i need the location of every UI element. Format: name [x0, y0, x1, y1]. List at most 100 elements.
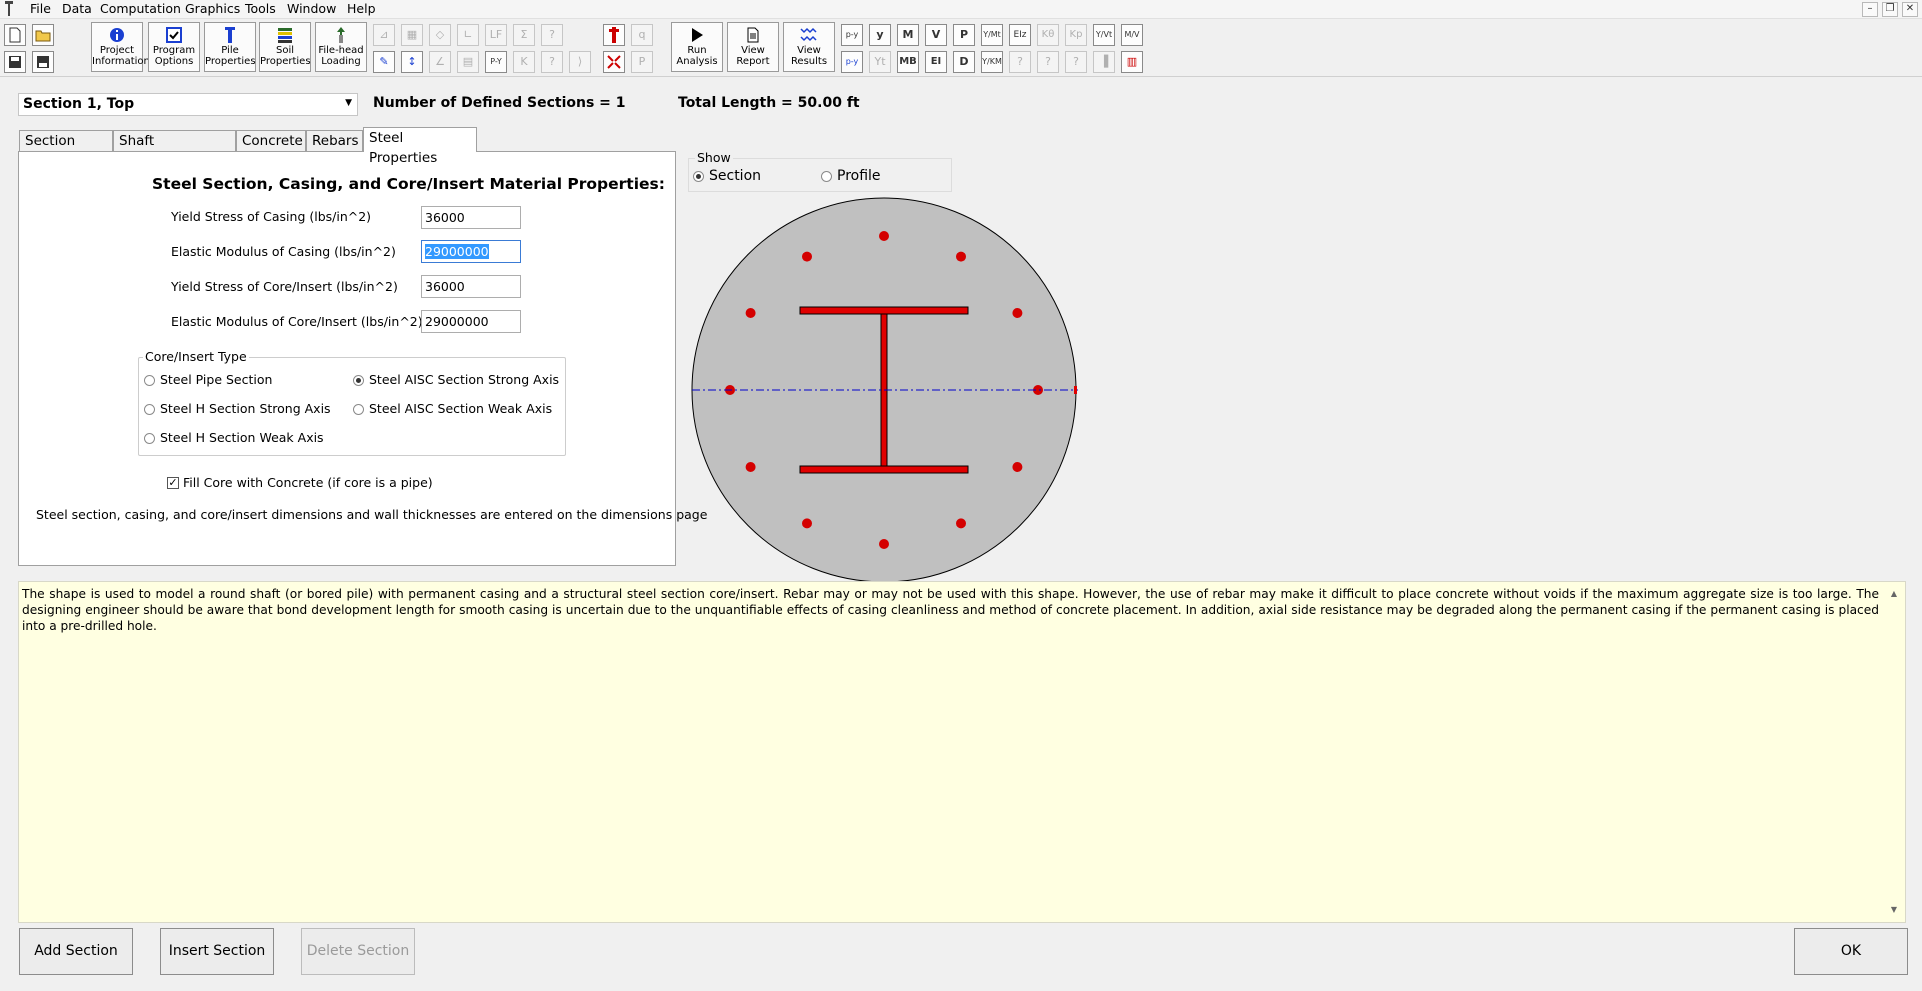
run-analysis-button[interactable]: Run Analysis [671, 22, 723, 72]
graph2-8-button[interactable]: ? [1037, 51, 1059, 73]
view-results-button[interactable]: View Results [783, 22, 835, 72]
graph2-d-button[interactable]: D [953, 51, 975, 73]
graph2-9-button[interactable]: ? [1065, 51, 1087, 73]
graph-p-y-button[interactable]: p-y [841, 24, 863, 46]
close-button[interactable]: ✕ [1902, 2, 1918, 17]
core-modulus-input[interactable]: 29000000 [421, 310, 521, 333]
graph-p-button[interactable]: P [953, 24, 975, 46]
aisc-strong-label[interactable]: Steel AISC Section Strong Axis [369, 372, 559, 387]
save-button[interactable] [4, 51, 26, 73]
project-information-button[interactable]: Project Information [91, 22, 150, 72]
h-weak-label[interactable]: Steel H Section Weak Axis [160, 430, 324, 445]
run-analysis-label1: Run [687, 45, 707, 56]
rebar-6 [956, 518, 966, 529]
core-yield-input[interactable]: 36000 [421, 275, 521, 298]
graph-kp-button[interactable]: Kp [1065, 24, 1087, 46]
program-options-button[interactable]: Program Options [148, 22, 200, 72]
pile-properties-button[interactable]: Pile Properties [204, 22, 256, 72]
aisc-weak-radio[interactable] [353, 404, 364, 415]
graph2-mb-button[interactable]: MB [897, 51, 919, 73]
tool-2-5-button[interactable]: P-Y [485, 51, 507, 73]
graph-eiz-button[interactable]: EIz [1009, 24, 1031, 46]
new-file-button[interactable] [4, 24, 26, 46]
tool-2-2-button[interactable]: ↕ [401, 51, 423, 73]
graph2-ei-button[interactable]: EI [925, 51, 947, 73]
soil-properties-button[interactable]: Soil Properties [259, 22, 311, 72]
tool-2-4-button[interactable]: ▤ [457, 51, 479, 73]
graph-y-mt-button[interactable]: Y/Mt [981, 24, 1003, 46]
tool-2-6-button[interactable]: K [513, 51, 535, 73]
delete-section-button[interactable]: Delete Section [301, 928, 415, 975]
open-folder-icon [35, 30, 51, 42]
tool-2-8-button[interactable]: ⟩ [569, 51, 591, 73]
tool-q-button[interactable]: q [631, 24, 653, 46]
scroll-down-icon[interactable]: ▼ [1891, 902, 1897, 918]
graph2-7-button[interactable]: ? [1009, 51, 1031, 73]
menu-help[interactable]: Help [347, 1, 376, 16]
steel-pipe-label[interactable]: Steel Pipe Section [160, 372, 272, 387]
tool-1-7-button[interactable]: ? [541, 24, 563, 46]
graph2-y-km-button[interactable]: Y/KM [981, 51, 1003, 73]
aisc-weak-label[interactable]: Steel AISC Section Weak Axis [369, 401, 552, 416]
menu-tools[interactable]: Tools [245, 1, 276, 16]
section-dropdown[interactable]: Section 1, Top ▼ [18, 93, 358, 116]
tab-shaft-dimensions[interactable]: Shaft Dimensions [113, 130, 236, 169]
scroll-up-icon[interactable]: ▲ [1891, 586, 1897, 602]
show-section-radio[interactable] [693, 171, 704, 182]
menu-file[interactable]: File [30, 1, 51, 16]
fill-core-label[interactable]: Fill Core with Concrete (if core is a pi… [183, 475, 433, 490]
tool-2-3-button[interactable]: ∠ [429, 51, 451, 73]
arrows-button[interactable] [603, 51, 625, 73]
show-section-label[interactable]: Section [709, 168, 761, 184]
h-weak-radio[interactable] [144, 433, 155, 444]
show-profile-label[interactable]: Profile [837, 168, 881, 184]
fill-core-checkbox[interactable]: ✓ [167, 477, 179, 489]
menu-graphics[interactable]: Graphics [185, 1, 240, 16]
graph-ktheta-button[interactable]: Kθ [1037, 24, 1059, 46]
graph-m-button[interactable]: M [897, 24, 919, 46]
tool-1-3-button[interactable]: ◇ [429, 24, 451, 46]
show-profile-radio[interactable] [821, 171, 832, 182]
tool-1-4-button[interactable]: ∟ [457, 24, 479, 46]
open-file-button[interactable] [32, 24, 54, 46]
menu-data[interactable]: Data [62, 1, 92, 16]
tool-2-7-button[interactable]: ? [541, 51, 563, 73]
menu-computation[interactable]: Computation [100, 1, 181, 16]
save-as-button[interactable] [32, 51, 54, 73]
graph2-p-y-button[interactable]: p-y [841, 51, 863, 73]
tool-1-6-button[interactable]: Σ [513, 24, 535, 46]
tab-rebars[interactable]: Rebars [306, 130, 363, 151]
insert-section-button[interactable]: Insert Section [160, 928, 274, 975]
tool-p-button[interactable]: P [631, 51, 653, 73]
graph-y-button[interactable]: y [869, 24, 891, 46]
graph2-11-button[interactable]: ▥ [1121, 51, 1143, 73]
menu-window[interactable]: Window [287, 1, 336, 16]
pile-red-button[interactable] [603, 24, 625, 46]
minimize-button[interactable]: – [1862, 2, 1878, 17]
casing-yield-input[interactable]: 36000 [421, 206, 521, 229]
restore-button[interactable]: ❐ [1882, 2, 1898, 17]
tab-section-type[interactable]: Section Type [19, 130, 113, 169]
tool-2-1-button[interactable]: ✎ [373, 51, 395, 73]
file-head-loading-button[interactable]: File-head Loading [315, 22, 367, 72]
tab-steel-properties[interactable]: Steel Properties [363, 127, 477, 166]
h-strong-label[interactable]: Steel H Section Strong Axis [160, 401, 331, 416]
tool-1-2-button[interactable]: ▦ [401, 24, 423, 46]
graph-v-button[interactable]: V [925, 24, 947, 46]
casing-modulus-input[interactable]: 29000000 [421, 240, 521, 263]
tab-concrete[interactable]: Concrete [236, 130, 306, 151]
pile-properties-label1: Pile [221, 45, 239, 56]
save-as-icon [37, 56, 49, 68]
graph2-yt-button[interactable]: Yt [869, 51, 891, 73]
h-strong-radio[interactable] [144, 404, 155, 415]
aisc-strong-radio[interactable] [353, 375, 364, 386]
graph2-10-button[interactable]: ▐ [1093, 51, 1115, 73]
tool-1-5-button[interactable]: LF [485, 24, 507, 46]
add-section-button[interactable]: Add Section [19, 928, 133, 975]
steel-pipe-radio[interactable] [144, 375, 155, 386]
ok-button[interactable]: OK [1794, 928, 1908, 975]
graph-m-v-button[interactable]: M/V [1121, 24, 1143, 46]
tool-1-1-button[interactable]: ⊿ [373, 24, 395, 46]
view-report-button[interactable]: View Report [727, 22, 779, 72]
graph-y-vt-button[interactable]: Y/Vt [1093, 24, 1115, 46]
